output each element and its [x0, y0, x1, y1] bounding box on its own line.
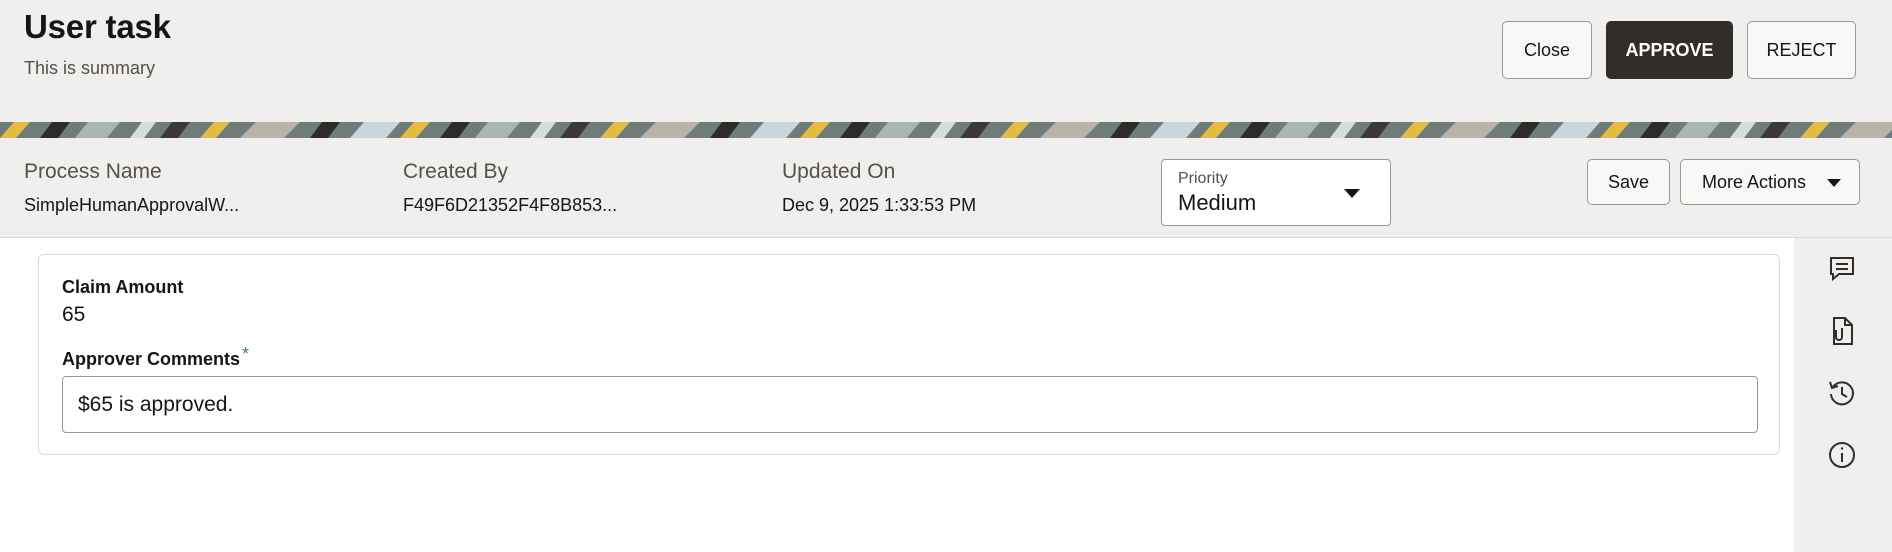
task-header: User task This is summary Close APPROVE … [0, 0, 1892, 122]
required-marker: * [242, 344, 250, 364]
save-button[interactable]: Save [1587, 159, 1670, 205]
caret-down-icon [1344, 189, 1360, 198]
priority-value: Medium [1178, 190, 1257, 215]
task-form-card: Claim Amount 65 Approver Comments * [38, 254, 1780, 455]
caret-down-icon [1827, 179, 1841, 187]
created-by-label: Created By [403, 160, 509, 183]
attachments-icon[interactable] [1824, 313, 1860, 349]
info-icon[interactable] [1824, 437, 1860, 473]
claim-amount-value: 65 [62, 303, 86, 326]
close-button[interactable]: Close [1502, 21, 1592, 79]
reject-button[interactable]: REJECT [1747, 21, 1856, 79]
updated-on-label: Updated On [782, 160, 896, 183]
page-title: User task [24, 8, 171, 45]
more-actions-button[interactable]: More Actions [1680, 159, 1860, 205]
priority-select[interactable]: Priority Medium [1161, 159, 1391, 226]
banner-pattern [0, 122, 1892, 138]
page-subtitle: This is summary [24, 58, 156, 78]
right-sidebar [1794, 238, 1892, 552]
more-actions-label: More Actions [1702, 171, 1807, 192]
process-name-value: SimpleHumanApprovalW... [24, 195, 240, 215]
comments-icon[interactable] [1824, 251, 1860, 287]
decorative-banner [0, 122, 1892, 138]
process-name-label: Process Name [24, 160, 162, 183]
priority-label: Priority [1178, 170, 1228, 187]
claim-amount-label: Claim Amount [62, 277, 184, 297]
history-icon[interactable] [1824, 375, 1860, 411]
created-by-value: F49F6D21352F4F8B853... [403, 195, 618, 215]
task-info-bar: Process Name SimpleHumanApprovalW... Cre… [0, 138, 1892, 238]
approver-comments-label: Approver Comments [62, 349, 241, 369]
approver-comments-input[interactable] [62, 376, 1758, 433]
updated-on-value: Dec 9, 2025 1:33:53 PM [782, 195, 977, 215]
approve-button[interactable]: APPROVE [1606, 21, 1733, 79]
